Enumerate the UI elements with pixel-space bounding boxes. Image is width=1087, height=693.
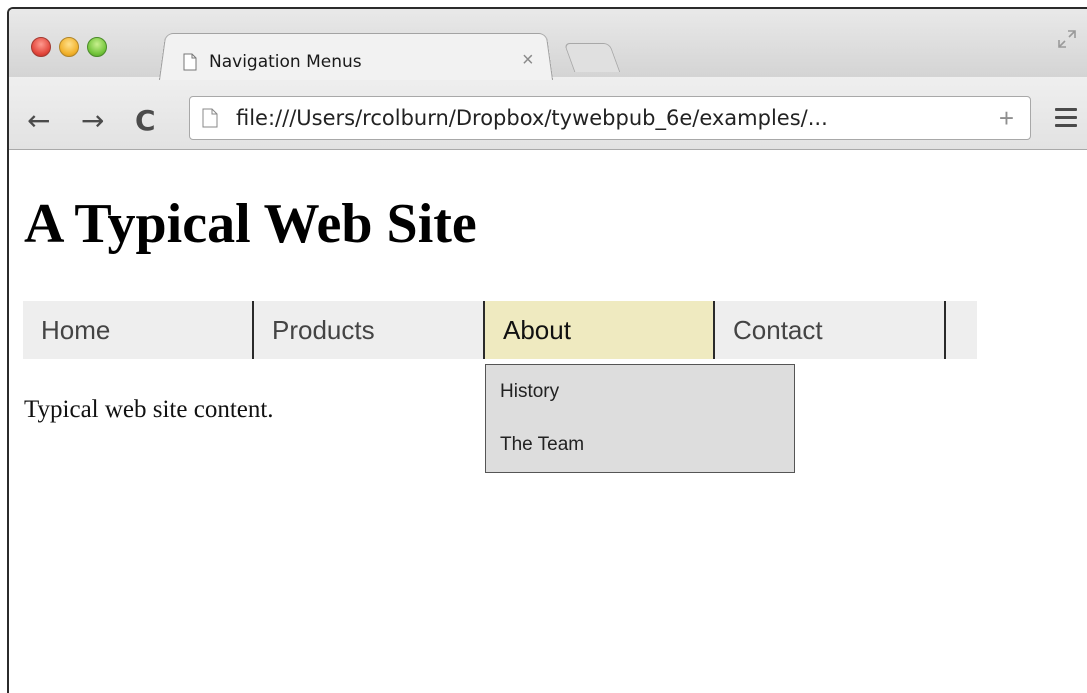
bookmark-plus-icon[interactable]: + bbox=[999, 103, 1014, 134]
body-text: Typical web site content. bbox=[24, 396, 274, 423]
menu-icon[interactable] bbox=[1055, 108, 1077, 128]
back-arrow-icon[interactable]: ← bbox=[27, 107, 50, 135]
forward-arrow-icon[interactable]: → bbox=[81, 107, 104, 135]
dropdown-item-the-team[interactable]: The Team bbox=[500, 434, 584, 456]
page-title: A Typical Web Site bbox=[24, 193, 477, 255]
minimize-window-button[interactable] bbox=[59, 37, 79, 57]
fullscreen-icon[interactable] bbox=[1057, 29, 1077, 49]
menu-icon-bar bbox=[1055, 116, 1077, 119]
page-content: A Typical Web Site Home Products About C… bbox=[9, 150, 1087, 693]
browser-tab[interactable]: Navigation Menus × bbox=[177, 43, 551, 77]
about-dropdown-menu: History The Team bbox=[485, 364, 795, 473]
document-icon bbox=[183, 53, 197, 71]
url-text[interactable]: file:///Users/rcolburn/Dropbox/tywebpub_… bbox=[236, 106, 828, 130]
nav-item-about[interactable]: About bbox=[483, 301, 715, 359]
menu-icon-bar bbox=[1055, 124, 1077, 127]
nav-item-home[interactable]: Home bbox=[23, 301, 254, 359]
nav-item-contact[interactable]: Contact bbox=[715, 301, 946, 359]
address-bar[interactable]: file:///Users/rcolburn/Dropbox/tywebpub_… bbox=[189, 96, 1031, 140]
nav-item-products[interactable]: Products bbox=[254, 301, 485, 359]
close-window-button[interactable] bbox=[31, 37, 51, 57]
page-icon bbox=[202, 108, 218, 128]
menu-icon-bar bbox=[1055, 108, 1077, 111]
tab-close-icon[interactable]: × bbox=[522, 49, 534, 72]
zoom-window-button[interactable] bbox=[87, 37, 107, 57]
tab-title: Navigation Menus bbox=[209, 52, 362, 72]
reload-icon[interactable]: C bbox=[135, 107, 156, 135]
main-nav: Home Products About Contact bbox=[23, 301, 977, 359]
dropdown-item-history[interactable]: History bbox=[500, 381, 559, 403]
browser-window: Navigation Menus × ← → C file:///Users/r… bbox=[7, 7, 1087, 693]
